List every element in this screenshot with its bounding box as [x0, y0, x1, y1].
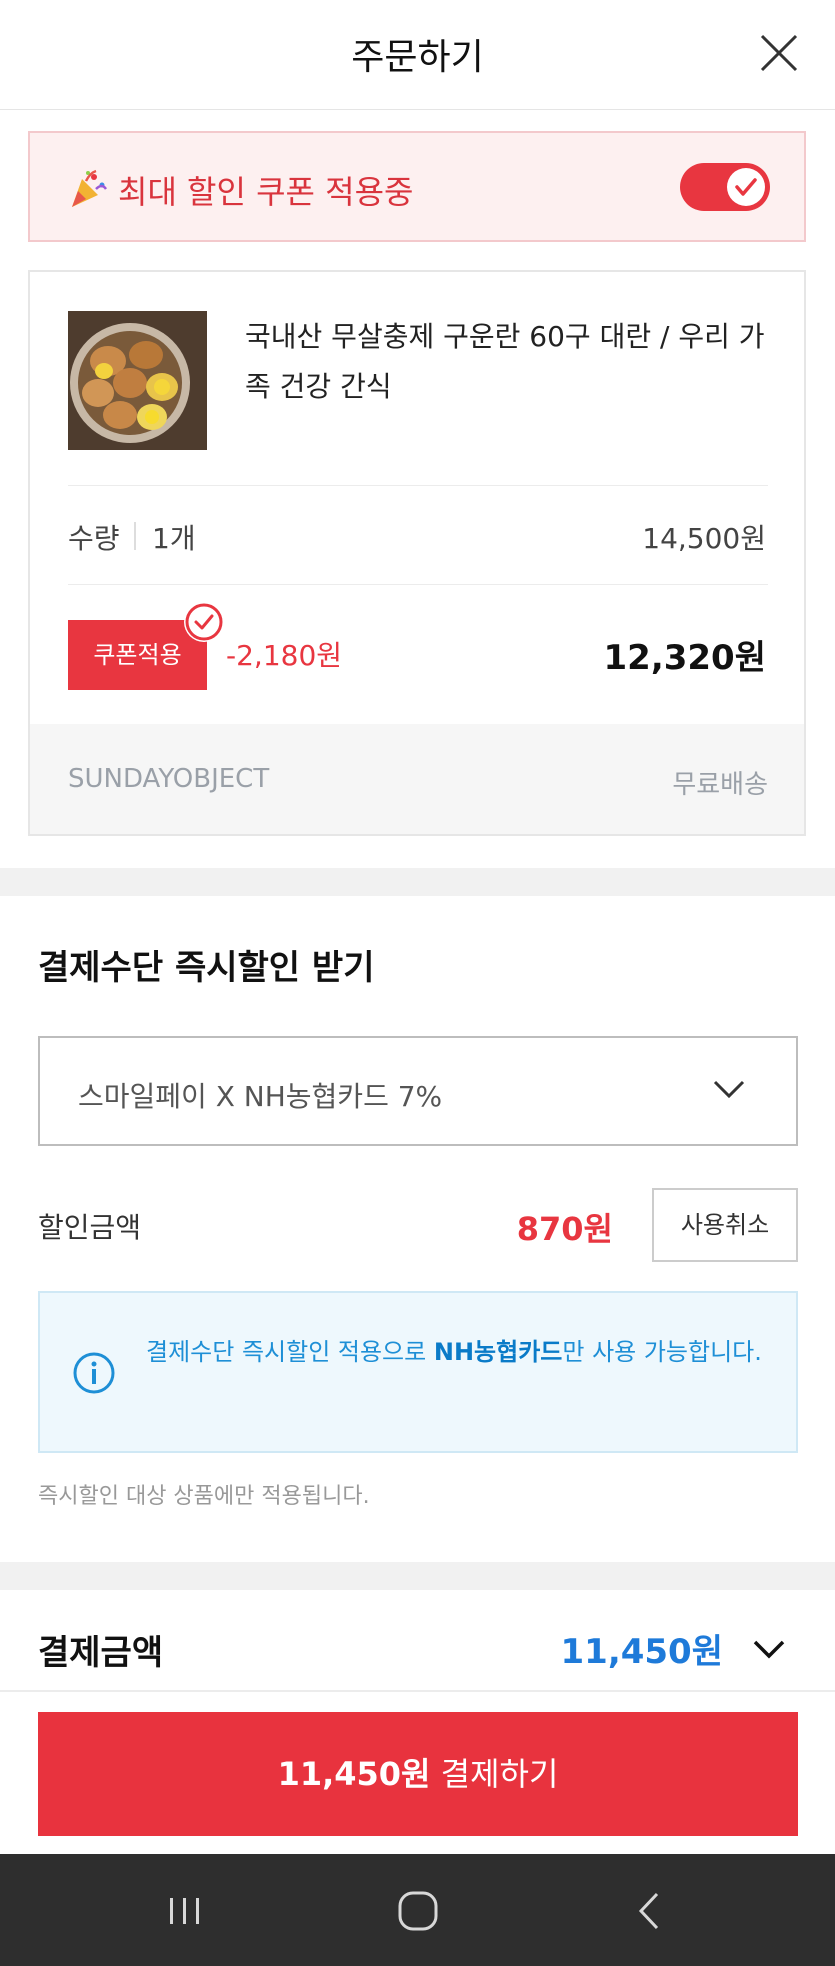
pay-button[interactable]: 11,450원 결제하기 — [38, 1712, 798, 1836]
check-circle-icon — [184, 602, 224, 642]
toggle-knob — [727, 168, 765, 206]
close-icon[interactable] — [756, 30, 802, 76]
cancel-discount-button[interactable]: 사용취소 — [652, 1188, 798, 1262]
eggs-illustration — [68, 311, 207, 450]
pay-button-amount: 11,450원 — [277, 1755, 431, 1793]
section-gap — [0, 1562, 835, 1590]
chevron-down-icon[interactable] — [752, 1638, 786, 1660]
info-text-post: 만 사용 가능합니다. — [562, 1338, 762, 1366]
check-icon — [735, 178, 757, 196]
info-text-card: NH농협카드 — [433, 1338, 563, 1366]
pay-button-label: 결제하기 — [430, 1755, 559, 1793]
coupon-banner-text: 최대 할인 쿠폰 적용중 — [118, 173, 414, 211]
section-gap — [0, 868, 835, 896]
product-card: 국내산 무살충제 구운란 60구 대란 / 우리 가족 건강 간식 수량 1개 … — [28, 270, 806, 836]
product-image[interactable] — [68, 311, 207, 450]
divider — [68, 485, 768, 486]
discount-note: 즉시할인 대상 상품에만 적용됩니다. — [38, 1484, 370, 1509]
info-text-pre: 결제수단 즉시할인 적용으로 — [146, 1338, 434, 1366]
page-title: 주문하기 — [351, 37, 484, 78]
total-amount: 11,450원 — [560, 1632, 723, 1672]
seller-name[interactable]: SUNDAYOBJECT — [68, 764, 269, 794]
chevron-down-icon — [713, 1080, 745, 1099]
info-icon — [73, 1352, 115, 1394]
final-price: 12,320원 — [603, 638, 766, 678]
divider — [68, 584, 768, 585]
coupon-discount: -2,180원 — [226, 639, 343, 672]
product-name[interactable]: 국내산 무살충제 구운란 60구 대란 / 우리 가족 건강 간식 — [245, 312, 765, 412]
total-label: 결제금액 — [38, 1633, 164, 1673]
discount-amount: 870원 — [516, 1210, 613, 1248]
quantity-label: 수량 — [68, 522, 120, 555]
discount-amount-label: 할인금액 — [38, 1211, 142, 1244]
coupon-banner: 최대 할인 쿠폰 적용중 — [28, 131, 806, 242]
order-page: 주문하기 최대 할인 쿠폰 적용중 국내산 무살충제 구운란 60구 대란 / … — [0, 0, 835, 1966]
coupon-toggle[interactable] — [680, 163, 770, 211]
back-icon[interactable] — [626, 1886, 676, 1936]
header: 주문하기 — [0, 0, 835, 110]
info-box: 결제수단 즉시할인 적용으로 NH농협카드만 사용 가능합니다. — [38, 1291, 798, 1453]
system-navigation-bar — [0, 1854, 835, 1966]
selected-payment-method: 스마일페이 X NH농협카드 7% — [78, 1080, 443, 1113]
info-text: 결제수단 즉시할인 적용으로 NH농협카드만 사용 가능합니다. — [146, 1331, 766, 1373]
payment-discount-title: 결제수단 즉시할인 받기 — [38, 948, 375, 988]
quantity-separator — [134, 522, 136, 550]
shipping-info: 무료배송 — [672, 770, 768, 800]
divider — [0, 1690, 835, 1692]
home-icon[interactable] — [393, 1886, 443, 1936]
payment-method-select[interactable]: 스마일페이 X NH농협카드 7% — [38, 1036, 798, 1146]
recent-apps-icon[interactable] — [160, 1886, 210, 1936]
party-popper-icon — [72, 169, 108, 207]
quantity-value: 1개 — [152, 522, 196, 555]
card-footer: SUNDAYOBJECT 무료배송 — [30, 724, 804, 834]
original-price: 14,500원 — [642, 522, 766, 555]
